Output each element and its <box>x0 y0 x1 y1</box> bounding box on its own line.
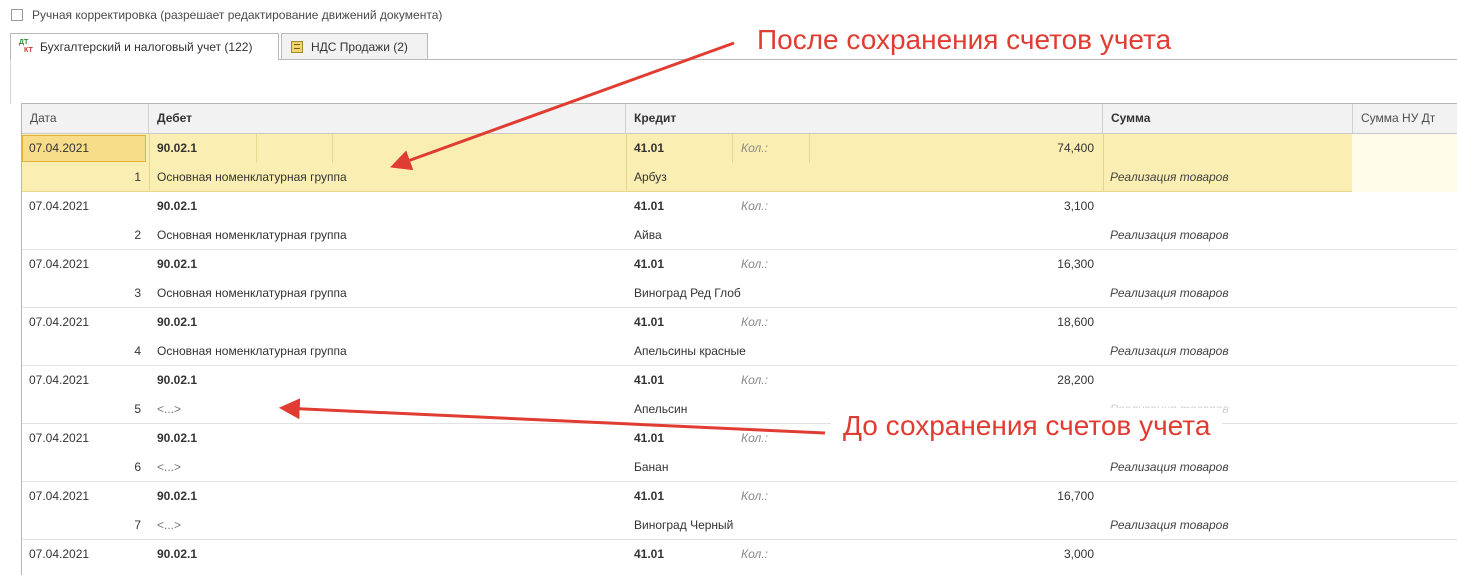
row-debit-subconto[interactable]: <...> <box>157 453 617 482</box>
row-debit-account[interactable]: 90.02.1 <box>157 134 617 163</box>
row-sum[interactable]: 74,400 <box>822 134 1094 163</box>
row-operation[interactable]: Реализация товаров <box>1110 279 1360 308</box>
row-sum[interactable]: 18,600 <box>822 308 1094 337</box>
tab-vat-sales-label: НДС Продажи (2) <box>311 39 408 54</box>
row-credit-subconto[interactable]: Банан <box>634 453 1094 482</box>
column-separator <box>732 134 733 163</box>
tab-panel-border <box>10 59 11 104</box>
row-date[interactable]: 07.04.2021 <box>29 540 144 569</box>
row-qty-label: Кол.: <box>741 257 768 271</box>
row-date[interactable]: 07.04.2021 <box>29 424 144 453</box>
row-number: 2 <box>134 228 141 242</box>
row-credit-account[interactable]: 41.01 <box>634 424 724 453</box>
annotation-after-save: После сохранения счетов учета <box>745 22 1184 58</box>
row-number: 7 <box>134 518 141 532</box>
row-number: 1 <box>134 170 141 184</box>
table-row[interactable]: 07.04.2021 90.02.1 41.01 Кол.: 16,700 7 … <box>22 482 1457 540</box>
column-header-sum[interactable]: Сумма <box>1103 104 1353 133</box>
row-credit-account[interactable]: 41.01 <box>634 366 724 395</box>
row-credit-account[interactable]: 41.01 <box>634 540 724 569</box>
row-debit-account[interactable]: 90.02.1 <box>157 540 617 569</box>
row-sum[interactable]: 3,000 <box>822 540 1094 569</box>
row-debit-account[interactable]: 90.02.1 <box>157 482 617 511</box>
row-date[interactable]: 07.04.2021 <box>29 192 144 221</box>
table-row[interactable]: 07.04.2021 90.02.1 41.01 Кол.: 18,600 4 … <box>22 308 1457 366</box>
row-debit-account[interactable]: 90.02.1 <box>157 308 617 337</box>
row-debit-account[interactable]: 90.02.1 <box>157 424 617 453</box>
row-credit-subconto[interactable]: Виноград Черный <box>634 511 1094 540</box>
row-operation[interactable]: Реализация товаров <box>1110 511 1360 540</box>
tab-accounting-label: Бухгалтерский и налоговый учет (122) <box>40 40 253 54</box>
row-debit-account[interactable]: 90.02.1 <box>157 366 617 395</box>
row-credit-account[interactable]: 41.01 <box>634 308 724 337</box>
annotation-before-save: До сохранения счетов учета <box>831 408 1223 444</box>
manual-correction-label: Ручная корректировка (разрешает редактир… <box>32 8 443 22</box>
column-header-sum-nu-dt[interactable]: Сумма НУ Дт <box>1353 104 1457 133</box>
row-qty-label: Кол.: <box>741 489 768 503</box>
row-operation[interactable]: Реализация товаров <box>1110 221 1360 250</box>
row-debit-subconto[interactable]: Основная номенклатурная группа <box>157 337 617 366</box>
row-operation[interactable]: Реализация товаров <box>1110 453 1360 482</box>
row-sum[interactable]: 28,200 <box>822 366 1094 395</box>
table-row[interactable]: 07.04.2021 90.02.1 41.01 Кол.: 28,200 5 … <box>22 366 1457 424</box>
table-row[interactable]: 07.04.2021 90.02.1 41.01 Кол.: 3,000 <box>22 540 1457 575</box>
row-debit-account[interactable]: 90.02.1 <box>157 250 617 279</box>
row-debit-account[interactable]: 90.02.1 <box>157 192 617 221</box>
row-debit-subconto[interactable]: <...> <box>157 511 617 540</box>
row-number: 6 <box>134 460 141 474</box>
column-separator <box>626 134 627 192</box>
table-row[interactable]: 07.04.2021 90.02.1 41.01 Кол.: 3,100 2 О… <box>22 192 1457 250</box>
row-credit-account[interactable]: 41.01 <box>634 134 724 163</box>
row-operation[interactable]: Реализация товаров <box>1110 163 1360 192</box>
grid-header: Дата Дебет Кредит Сумма Сумма НУ Дт <box>22 104 1457 134</box>
row-credit-account[interactable]: 41.01 <box>634 250 724 279</box>
row-qty-label: Кол.: <box>741 141 768 155</box>
grid-body: 07.04.2021 90.02.1 41.01 Кол.: 74,400 1 … <box>22 134 1457 575</box>
row-date[interactable]: 07.04.2021 <box>29 134 144 163</box>
column-header-debit[interactable]: Дебет <box>149 104 626 133</box>
table-row[interactable]: 07.04.2021 90.02.1 41.01 Кол.: 653,600 6… <box>22 424 1457 482</box>
row-credit-account[interactable]: 41.01 <box>634 482 724 511</box>
table-row[interactable]: 07.04.2021 90.02.1 41.01 Кол.: 16,300 3 … <box>22 250 1457 308</box>
row-sum[interactable]: 16,700 <box>822 482 1094 511</box>
column-separator <box>149 134 150 192</box>
row-qty-label: Кол.: <box>741 547 768 561</box>
row-credit-subconto[interactable]: Апельсины красные <box>634 337 1094 366</box>
row-debit-subconto[interactable]: <...> <box>157 395 617 424</box>
row-number: 5 <box>134 402 141 416</box>
row-credit-subconto[interactable]: Арбуз <box>634 163 1094 192</box>
row-qty-label: Кол.: <box>741 373 768 387</box>
row-qty-label: Кол.: <box>741 315 768 329</box>
row-credit-subconto[interactable]: Айва <box>634 221 1094 250</box>
entries-grid[interactable]: Дата Дебет Кредит Сумма Сумма НУ Дт 07.0… <box>21 103 1457 575</box>
row-sum[interactable]: 3,100 <box>822 192 1094 221</box>
column-separator <box>1103 134 1104 192</box>
row-date[interactable]: 07.04.2021 <box>29 482 144 511</box>
column-header-date[interactable]: Дата <box>22 104 149 133</box>
row-date[interactable]: 07.04.2021 <box>29 366 144 395</box>
row-qty-label: Кол.: <box>741 199 768 213</box>
manual-correction-row[interactable]: Ручная корректировка (разрешает редактир… <box>11 7 442 23</box>
row-date[interactable]: 07.04.2021 <box>29 250 144 279</box>
manual-correction-checkbox[interactable] <box>11 9 23 21</box>
row-date[interactable]: 07.04.2021 <box>29 308 144 337</box>
table-row[interactable]: 07.04.2021 90.02.1 41.01 Кол.: 74,400 1 … <box>22 134 1457 192</box>
sum-nu-dt-cell <box>1352 134 1457 192</box>
row-sum[interactable]: 16,300 <box>822 250 1094 279</box>
row-qty-label: Кол.: <box>741 431 768 445</box>
row-debit-subconto[interactable]: Основная номенклатурная группа <box>157 163 617 192</box>
row-credit-account[interactable]: 41.01 <box>634 192 724 221</box>
row-credit-subconto[interactable]: Виноград Ред Глоб <box>634 279 1094 308</box>
row-number: 3 <box>134 286 141 300</box>
tab-accounting[interactable]: ДТ КТ Бухгалтерский и налоговый учет (122… <box>10 33 279 60</box>
row-debit-subconto[interactable]: Основная номенклатурная группа <box>157 221 617 250</box>
dt-kt-icon: ДТ КТ <box>19 39 33 54</box>
tab-vat-sales[interactable]: НДС Продажи (2) <box>281 33 428 59</box>
vat-sales-icon <box>291 40 303 53</box>
row-debit-subconto[interactable]: Основная номенклатурная группа <box>157 279 617 308</box>
column-header-credit[interactable]: Кредит <box>626 104 1103 133</box>
row-operation[interactable]: Реализация товаров <box>1110 337 1360 366</box>
row-number: 4 <box>134 344 141 358</box>
